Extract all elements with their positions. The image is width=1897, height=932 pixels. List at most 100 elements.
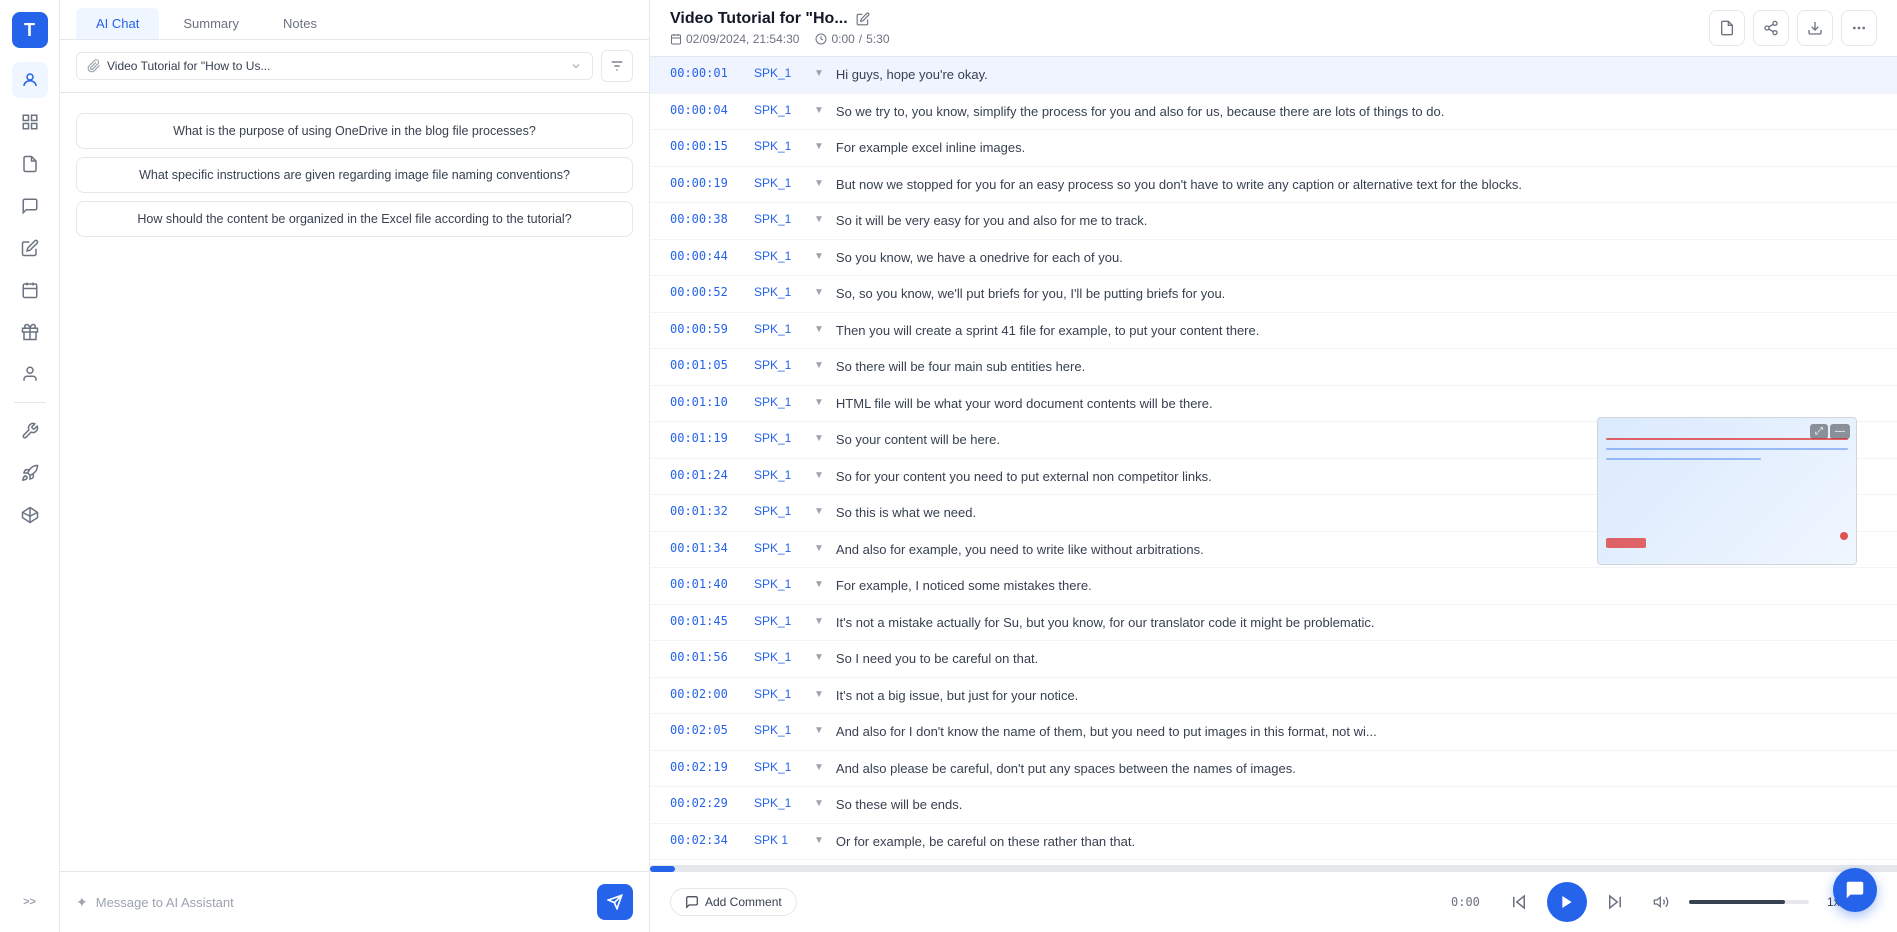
filter-button[interactable]	[601, 50, 633, 82]
transcript-row: 00:02:00 SPK_1 ▼ It's not a big issue, b…	[650, 678, 1897, 715]
transcript-row: 00:01:05 SPK_1 ▼ So there will be four m…	[650, 349, 1897, 386]
sidebar-icon-diamond[interactable]	[12, 497, 48, 533]
sidebar-divider	[14, 402, 46, 403]
sidebar-expand-btn[interactable]: >>	[12, 884, 48, 920]
transcript-chevron[interactable]: ▼	[814, 503, 824, 517]
transcript-row: 00:02:05 SPK_1 ▼ And also for I don't kn…	[650, 714, 1897, 751]
transcript-chevron[interactable]: ▼	[814, 795, 824, 809]
transcript-speaker: SPK_1	[754, 357, 802, 372]
skip-back-button[interactable]	[1501, 884, 1537, 920]
tab-notes[interactable]: Notes	[263, 8, 337, 39]
transcript-speaker: SPK_1	[754, 321, 802, 336]
doc-select-button[interactable]: Video Tutorial for "How to Us...	[76, 52, 593, 80]
sidebar-icon-rocket[interactable]	[12, 455, 48, 491]
suggestion-item[interactable]: What is the purpose of using OneDrive in…	[76, 113, 633, 149]
skip-forward-icon	[1606, 893, 1624, 911]
send-icon	[607, 894, 623, 910]
transcript-text: HTML file will be what your word documen…	[836, 394, 1877, 414]
suggestion-item[interactable]: What specific instructions are given reg…	[76, 157, 633, 193]
sidebar-icon-grid[interactable]	[12, 104, 48, 140]
transcript-text: So these will be ends.	[836, 795, 1877, 815]
transcript-speaker: SPK_1	[754, 467, 802, 482]
preview-expand-btn[interactable]: ⤢	[1810, 424, 1828, 439]
skip-forward-button[interactable]	[1597, 884, 1633, 920]
transcript-row: 00:02:19 SPK_1 ▼ And also please be care…	[650, 751, 1897, 788]
edit-title-icon[interactable]	[856, 12, 870, 26]
transcript-speaker: SPK_1	[754, 211, 802, 226]
sidebar-icon-calendar[interactable]	[12, 272, 48, 308]
download-icon	[1807, 20, 1823, 36]
transcript-chevron[interactable]: ▼	[814, 540, 824, 554]
transcript-chevron[interactable]: ▼	[814, 576, 824, 590]
transcript-text: So we try to, you know, simplify the pro…	[836, 102, 1877, 122]
transcript-chevron[interactable]: ▼	[814, 357, 824, 371]
transcript-chevron[interactable]: ▼	[814, 686, 824, 700]
chat-input-area: ✦	[60, 871, 649, 932]
transcript-chevron[interactable]: ▼	[814, 321, 824, 335]
transcript-speaker: SPK_1	[754, 613, 802, 628]
transcript-area: ⤢ — 00:00:01 SPK_1 ▼ Hi guys, hope you'r…	[650, 57, 1897, 865]
more-action-btn[interactable]	[1841, 10, 1877, 46]
transcript-chevron[interactable]: ▼	[814, 430, 824, 444]
chat-input[interactable]	[96, 895, 589, 910]
transcript-speaker: SPK_1	[754, 248, 802, 263]
transcript-speaker: SPK_1	[754, 175, 802, 190]
transcript-time: 00:01:32	[670, 503, 742, 518]
transcript-chevron[interactable]: ▼	[814, 832, 824, 846]
meta-date: 02/09/2024, 21:54:30	[670, 32, 799, 46]
transcript-chevron[interactable]: ▼	[814, 613, 824, 627]
transcript-speaker: SPK_1	[754, 65, 802, 80]
send-button[interactable]	[597, 884, 633, 920]
transcript-chevron[interactable]: ▼	[814, 211, 824, 225]
transcript-text: But now we stopped for you for an easy p…	[836, 175, 1877, 195]
document-action-btn[interactable]	[1709, 10, 1745, 46]
transcript-chevron[interactable]: ▼	[814, 467, 824, 481]
transcript-time: 00:02:00	[670, 686, 742, 701]
download-action-btn[interactable]	[1797, 10, 1833, 46]
tab-summary[interactable]: Summary	[163, 8, 259, 39]
sidebar-icon-people[interactable]	[12, 62, 48, 98]
current-time-display: 0:00	[1451, 895, 1491, 909]
share-action-btn[interactable]	[1753, 10, 1789, 46]
volume-button[interactable]	[1643, 884, 1679, 920]
transcript-text: For example excel inline images.	[836, 138, 1877, 158]
transcript-chevron[interactable]: ▼	[814, 649, 824, 663]
transcript-row: 00:01:45 SPK_1 ▼ It's not a mistake actu…	[650, 605, 1897, 642]
transcript-speaker: SPK_1	[754, 102, 802, 117]
volume-slider[interactable]	[1689, 900, 1809, 904]
tab-ai-chat[interactable]: AI Chat	[76, 8, 159, 39]
transcript-chevron[interactable]: ▼	[814, 759, 824, 773]
suggestions-list: What is the purpose of using OneDrive in…	[60, 93, 649, 871]
sidebar-icon-user[interactable]	[12, 356, 48, 392]
transcript-chevron[interactable]: ▼	[814, 65, 824, 79]
chat-bubble-icon	[1844, 879, 1866, 901]
transcript-text: So I need you to be careful on that.	[836, 649, 1877, 669]
sidebar-icon-chat[interactable]	[12, 188, 48, 224]
transcript-time: 00:01:05	[670, 357, 742, 372]
transcript-time: 00:01:56	[670, 649, 742, 664]
transcript-speaker: SPK_1	[754, 430, 802, 445]
live-chat-bubble[interactable]	[1833, 868, 1877, 912]
preview-close-btn[interactable]: —	[1830, 424, 1850, 439]
app-logo: T	[12, 12, 48, 48]
filter-icon	[609, 58, 625, 74]
transcript-time: 00:01:10	[670, 394, 742, 409]
transcript-chevron[interactable]: ▼	[814, 175, 824, 189]
sidebar-icon-tools[interactable]	[12, 413, 48, 449]
transcript-chevron[interactable]: ▼	[814, 138, 824, 152]
transcript-chevron[interactable]: ▼	[814, 102, 824, 116]
transcript-row: 00:01:56 SPK_1 ▼ So I need you to be car…	[650, 641, 1897, 678]
suggestion-item[interactable]: How should the content be organized in t…	[76, 201, 633, 237]
add-comment-button[interactable]: Add Comment	[670, 888, 797, 916]
transcript-chevron[interactable]: ▼	[814, 722, 824, 736]
transcript-chevron[interactable]: ▼	[814, 284, 824, 298]
calendar-meta-icon	[670, 33, 682, 45]
transcript-chevron[interactable]: ▼	[814, 394, 824, 408]
transcript-text: For example, I noticed some mistakes the…	[836, 576, 1877, 596]
transcript-chevron[interactable]: ▼	[814, 248, 824, 262]
play-button[interactable]	[1547, 882, 1587, 922]
sidebar-icon-pencil[interactable]	[12, 230, 48, 266]
sidebar-icon-gift[interactable]	[12, 314, 48, 350]
transcript-speaker: SPK_1	[754, 394, 802, 409]
sidebar-icon-document[interactable]	[12, 146, 48, 182]
